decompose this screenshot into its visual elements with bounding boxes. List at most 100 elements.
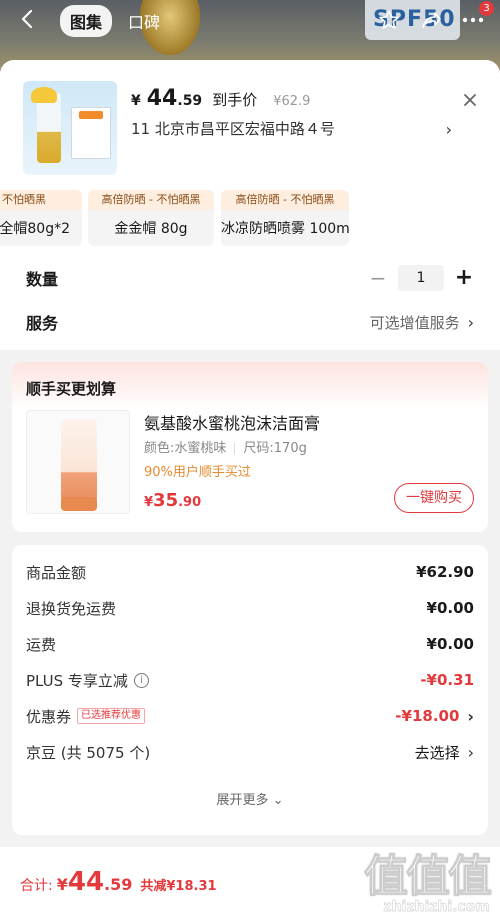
tab-reviews[interactable]: 口碑 — [118, 5, 170, 37]
summary-key: 商品金额 — [26, 563, 87, 582]
chevron-right-icon: › — [467, 742, 474, 762]
more-icon[interactable]: 3 — [460, 1, 494, 33]
price-integer: 44 — [146, 86, 178, 111]
jingdou-value: 去选择 › — [415, 742, 474, 763]
sheet-header: ¥ 44 .59 到手价 ¥62.9 11 北京市昌平区宏福中路４号 › i -… — [0, 60, 500, 350]
recommendation-heading: 顺手买更划算 — [12, 362, 488, 410]
purchase-rate: 90%用户顺手买过 — [144, 465, 251, 480]
sku-name: 金金帽 80g — [114, 221, 188, 237]
top-actions: 3 — [376, 1, 494, 33]
summary-key-text: 优惠券 — [26, 707, 72, 726]
chevron-right-icon: › — [467, 312, 474, 332]
back-icon[interactable] — [18, 8, 40, 30]
price-currency: ¥ — [131, 93, 141, 109]
service-selector[interactable]: 可选增值服务 › — [370, 312, 474, 333]
sku-option[interactable]: i - 不怕晒黑 全帽80g*2 — [0, 190, 82, 246]
decrease-button[interactable]: − — [368, 268, 388, 288]
recommended-product-title[interactable]: 氨基酸水蜜桃泡沫洁面膏 — [144, 410, 320, 434]
service-row[interactable]: 服务 可选增值服务 › — [26, 310, 474, 334]
rec-price-integer: 35 — [153, 490, 179, 511]
total-label: 合计: — [20, 878, 53, 894]
plus-discount-key: PLUS 专享立减 i — [26, 670, 149, 691]
quantity-row: 数量 − 1 + — [26, 265, 474, 291]
increase-button[interactable]: + — [454, 267, 474, 289]
coupon-badge: 已选推荐优惠 — [77, 708, 146, 724]
summary-row: PLUS 专享立减 i -¥0.31 — [26, 668, 474, 692]
recommended-product-image[interactable] — [26, 410, 130, 514]
product-thumbnail[interactable] — [23, 81, 117, 175]
share-icon[interactable] — [418, 7, 444, 33]
sku-sheet: ¥ 44 .59 到手价 ¥62.9 11 北京市昌平区宏福中路４号 › i -… — [0, 60, 500, 919]
total-integer: 44 — [67, 867, 105, 897]
summary-value: -¥18.00 — [395, 707, 460, 725]
info-icon[interactable]: i — [133, 672, 149, 688]
total-savings: 共减¥18.31 — [140, 879, 217, 894]
summary-key: 运费 — [26, 635, 57, 654]
sku-options: i - 不怕晒黑 全帽80g*2 高倍防晒 - 不怕晒黑 金金帽 80g 高倍防… — [0, 190, 500, 246]
promo-tag-image — [79, 111, 103, 119]
summary-value: ¥0.00 — [426, 635, 474, 653]
attr-separator — [234, 443, 236, 454]
total-decimal: .59 — [104, 875, 133, 894]
coupon-key: 优惠券 已选推荐优惠 — [26, 706, 146, 727]
price-summary: 商品金额 ¥62.90 退换货免运费 ¥0.00 运费 ¥0.00 PLUS 专… — [12, 545, 488, 835]
jingdou-row[interactable]: 京豆 (共 5075 个) 去选择 › — [26, 740, 474, 764]
bundle-recommendation: 顺手买更划算 氨基酸水蜜桃泡沫洁面膏 颜色:水蜜桃味 尺码:170g 90%用户顺… — [12, 362, 488, 532]
tube-cap-image — [61, 497, 97, 511]
sku-option[interactable]: 高倍防晒 - 不怕晒黑 金金帽 80g — [88, 190, 214, 246]
address-chevron-icon[interactable]: › — [446, 120, 452, 139]
expand-more-label: 展开更多 — [216, 793, 269, 808]
summary-row: 退换货免运费 ¥0.00 — [26, 596, 474, 620]
tab-gallery[interactable]: 图集 — [60, 5, 113, 37]
service-label: 服务 — [26, 314, 59, 333]
summary-key-text: PLUS 专享立减 — [26, 671, 128, 690]
summary-key: 京豆 (共 5075 个) — [26, 743, 151, 762]
attr-color: 颜色:水蜜桃味 — [144, 441, 227, 456]
sku-option[interactable]: 高倍防晒 - 不怕晒黑 冰凉防晒喷雾 100ml — [221, 190, 349, 246]
expand-more-button[interactable]: 展开更多 ⌄ — [12, 789, 488, 808]
image-tabs: 图集 口碑 — [60, 5, 170, 37]
price-tag: 到手价 — [212, 91, 258, 109]
delivery-address[interactable]: 11 北京市昌平区宏福中路４号 — [131, 118, 335, 139]
summary-value: ¥0.00 — [426, 599, 474, 617]
tube-image — [61, 419, 97, 511]
bottle-image — [37, 93, 61, 163]
summary-row: 商品金额 ¥62.90 — [26, 560, 474, 584]
close-icon[interactable] — [462, 92, 478, 108]
coupon-value: -¥18.00 › — [395, 707, 474, 726]
summary-key: 退换货免运费 — [26, 599, 117, 618]
chevron-right-icon: › — [467, 706, 474, 726]
one-click-buy-button[interactable]: 一键购买 — [394, 483, 474, 513]
watermark-logo: 值值值 — [364, 851, 493, 902]
recommended-price: ¥35.90 — [144, 490, 201, 511]
sku-name: 全帽80g*2 — [0, 221, 70, 237]
sku-tag: 高倍防晒 - 不怕晒黑 — [88, 190, 214, 210]
sku-name: 冰凉防晒喷雾 100ml — [221, 221, 349, 237]
quantity-input[interactable]: 1 — [398, 265, 444, 291]
total-price: 合计: ¥ 44 .59 共减¥18.31 — [20, 867, 217, 897]
quantity-stepper: − 1 + — [368, 265, 474, 291]
total-currency: ¥ — [56, 875, 68, 894]
attr-size: 尺码:170g — [243, 441, 307, 456]
sku-tag: 高倍防晒 - 不怕晒黑 — [221, 190, 349, 210]
original-price: ¥62.9 — [273, 94, 311, 109]
top-bar: 图集 口碑 3 — [0, 0, 500, 38]
favorite-icon[interactable] — [376, 7, 402, 33]
sku-tag: i - 不怕晒黑 — [0, 190, 82, 210]
cart-badge: 3 — [479, 1, 494, 16]
service-value: 可选增值服务 — [369, 313, 460, 332]
quantity-label: 数量 — [26, 270, 59, 289]
chevron-down-icon: ⌄ — [272, 793, 284, 808]
summary-value: 去选择 — [414, 743, 460, 762]
cap-image — [31, 87, 57, 103]
rec-price-currency: ¥ — [144, 495, 154, 510]
summary-value: -¥0.31 — [420, 671, 474, 689]
summary-value: ¥62.90 — [416, 563, 474, 581]
watermark-url: zhizhizhi.com — [383, 899, 490, 915]
price-line: ¥ 44 .59 到手价 ¥62.9 — [131, 86, 310, 111]
coupon-row[interactable]: 优惠券 已选推荐优惠 -¥18.00 › — [26, 704, 474, 728]
watermark: 值值值 zhizhizhi.com — [364, 851, 493, 915]
recommended-product-attrs: 颜色:水蜜桃味 尺码:170g — [144, 437, 307, 456]
price-decimal: .59 — [177, 93, 203, 109]
summary-row: 运费 ¥0.00 — [26, 632, 474, 656]
